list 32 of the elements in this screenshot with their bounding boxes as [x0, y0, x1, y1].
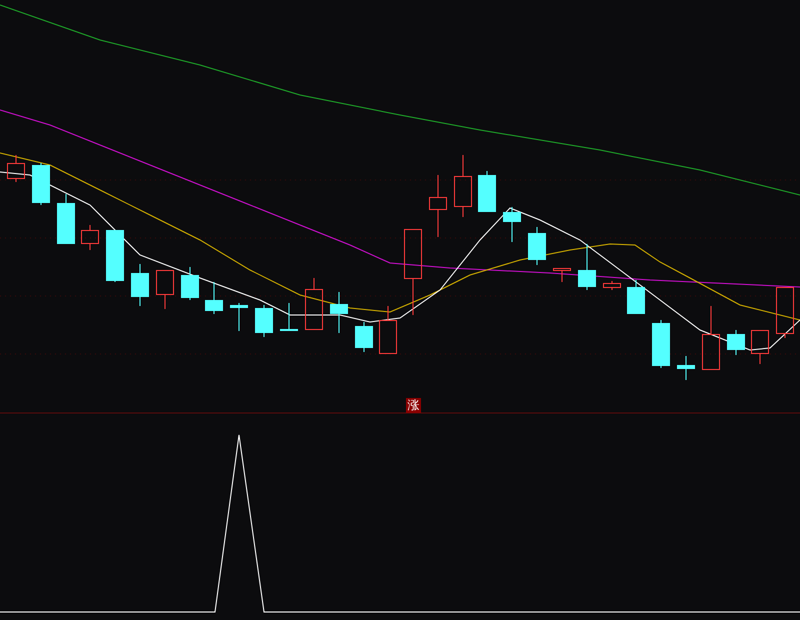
- candlestick: [32, 162, 50, 206]
- candlestick: [454, 154, 472, 218]
- candlestick: [528, 226, 546, 266]
- candlestick: [503, 206, 521, 242]
- candlestick: [379, 306, 397, 354]
- candlestick: [230, 302, 248, 332]
- candlestick: [7, 154, 25, 182]
- candlestick: [355, 322, 373, 352]
- candlestick: [181, 266, 199, 300]
- candlestick: [751, 330, 769, 364]
- candlestick: [627, 280, 645, 314]
- candlestick: [553, 268, 571, 282]
- signal-marker: 涨: [406, 398, 421, 413]
- candlestick: [603, 280, 621, 290]
- candlestick: [429, 174, 447, 238]
- candlestick: [255, 304, 273, 338]
- candlestick: [81, 224, 99, 250]
- candlestick: [131, 264, 149, 306]
- candlestick: [652, 320, 670, 368]
- candlestick: [330, 292, 348, 334]
- candlestick: [205, 282, 223, 314]
- candlestick: [776, 287, 794, 338]
- candlestick: [106, 230, 124, 282]
- candlestick: [280, 302, 298, 331]
- candlestick: [156, 270, 174, 310]
- candlestick: [578, 244, 596, 290]
- candlestick: [727, 330, 745, 356]
- candlestick: [702, 306, 720, 370]
- candlestick: [57, 194, 75, 244]
- candlestick: [677, 356, 695, 380]
- candlestick: [305, 278, 323, 330]
- candlestick: [478, 170, 496, 212]
